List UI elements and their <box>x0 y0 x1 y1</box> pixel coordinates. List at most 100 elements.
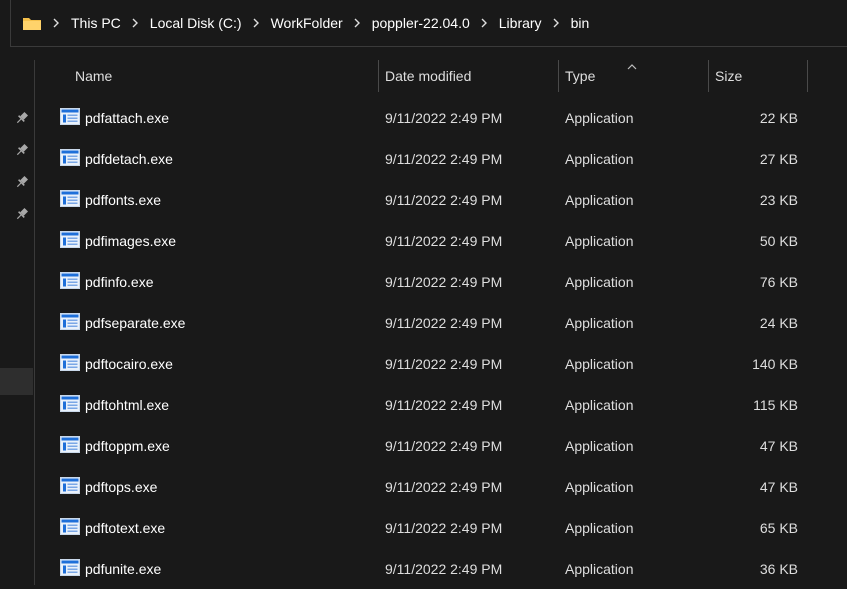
breadcrumb-workfolder[interactable]: WorkFolder <box>271 15 343 31</box>
file-row[interactable]: pdffonts.exe 9/11/2022 2:49 PM Applicati… <box>35 179 847 220</box>
file-size: 47 KB <box>759 437 798 454</box>
breadcrumb-bin[interactable]: bin <box>571 15 590 31</box>
file-type: Application <box>565 560 634 577</box>
file-date-modified: 9/11/2022 2:49 PM <box>385 437 503 454</box>
file-size: 50 KB <box>759 232 798 249</box>
file-name[interactable]: pdftops.exe <box>85 466 157 507</box>
file-type: Application <box>565 150 634 167</box>
file-date-modified: 9/11/2022 2:49 PM <box>385 355 503 372</box>
application-icon <box>60 518 80 535</box>
chevron-up-icon <box>627 57 637 73</box>
file-row[interactable]: pdfattach.exe 9/11/2022 2:49 PM Applicat… <box>35 97 847 138</box>
file-row[interactable]: pdftoppm.exe 9/11/2022 2:49 PM Applicati… <box>35 425 847 466</box>
file-row[interactable]: pdftohtml.exe 9/11/2022 2:49 PM Applicat… <box>35 384 847 425</box>
file-name[interactable]: pdfimages.exe <box>85 220 176 261</box>
file-date-modified: 9/11/2022 2:49 PM <box>385 191 503 208</box>
application-icon <box>60 559 80 576</box>
file-row[interactable]: pdfunite.exe 9/11/2022 2:49 PM Applicati… <box>35 548 847 589</box>
file-size: 115 KB <box>753 396 798 413</box>
pin-icon[interactable] <box>14 110 30 126</box>
chevron-right-icon[interactable] <box>131 18 139 28</box>
file-name[interactable]: pdfattach.exe <box>85 97 169 138</box>
file-date-modified: 9/11/2022 2:49 PM <box>385 396 503 413</box>
file-size: 47 KB <box>759 478 798 495</box>
file-type: Application <box>565 478 634 495</box>
pin-icon[interactable] <box>14 206 30 222</box>
file-date-modified: 9/11/2022 2:49 PM <box>385 109 503 126</box>
file-date-modified: 9/11/2022 2:49 PM <box>385 273 503 290</box>
column-header-date-label: Date modified <box>385 68 472 84</box>
file-type: Application <box>565 519 634 536</box>
file-name[interactable]: pdftocairo.exe <box>85 343 173 384</box>
file-name[interactable]: pdftoppm.exe <box>85 425 170 466</box>
breadcrumb-poppler[interactable]: poppler-22.04.0 <box>372 15 470 31</box>
address-bar[interactable]: This PC Local Disk (C:) WorkFolder poppl… <box>10 0 847 47</box>
column-header-size-label: Size <box>715 68 743 84</box>
file-name[interactable]: pdfunite.exe <box>85 548 161 589</box>
application-icon <box>60 313 80 330</box>
file-date-modified: 9/11/2022 2:49 PM <box>385 314 503 331</box>
nav-selection-highlight[interactable] <box>0 368 33 395</box>
file-type: Application <box>565 232 634 249</box>
file-row[interactable]: pdftops.exe 9/11/2022 2:49 PM Applicatio… <box>35 466 847 507</box>
file-type: Application <box>565 273 634 290</box>
breadcrumb-this-pc[interactable]: This PC <box>71 15 121 31</box>
column-header-size[interactable]: Size <box>709 60 808 92</box>
pin-icon[interactable] <box>14 174 30 190</box>
file-type: Application <box>565 355 634 372</box>
pin-icon[interactable] <box>14 142 30 158</box>
file-name[interactable]: pdfinfo.exe <box>85 261 154 302</box>
chevron-right-icon[interactable] <box>552 18 560 28</box>
file-type: Application <box>565 437 634 454</box>
application-icon <box>60 395 80 412</box>
chevron-right-icon[interactable] <box>52 18 60 28</box>
column-header-name-label: Name <box>75 68 113 84</box>
file-row[interactable]: pdfdetach.exe 9/11/2022 2:49 PM Applicat… <box>35 138 847 179</box>
application-icon <box>60 272 80 289</box>
chevron-right-icon[interactable] <box>252 18 260 28</box>
file-type: Application <box>565 396 634 413</box>
file-type: Application <box>565 314 634 331</box>
application-icon <box>60 108 80 125</box>
application-icon <box>60 231 80 248</box>
file-size: 27 KB <box>759 150 798 167</box>
column-header-name[interactable]: Name <box>35 60 379 92</box>
file-name[interactable]: pdftotext.exe <box>85 507 165 548</box>
file-size: 23 KB <box>759 191 798 208</box>
breadcrumb-local-disk[interactable]: Local Disk (C:) <box>150 15 242 31</box>
chevron-right-icon[interactable] <box>480 18 488 28</box>
file-name[interactable]: pdfseparate.exe <box>85 302 185 343</box>
application-icon <box>60 436 80 453</box>
file-size: 65 KB <box>759 519 798 536</box>
file-row[interactable]: pdfinfo.exe 9/11/2022 2:49 PM Applicatio… <box>35 261 847 302</box>
file-row[interactable]: pdfimages.exe 9/11/2022 2:49 PM Applicat… <box>35 220 847 261</box>
file-type: Application <box>565 191 634 208</box>
file-name[interactable]: pdffonts.exe <box>85 179 161 220</box>
file-date-modified: 9/11/2022 2:49 PM <box>385 519 503 536</box>
application-icon <box>60 149 80 166</box>
file-date-modified: 9/11/2022 2:49 PM <box>385 232 503 249</box>
application-icon <box>60 477 80 494</box>
file-name[interactable]: pdfdetach.exe <box>85 138 173 179</box>
file-row[interactable]: pdfseparate.exe 9/11/2022 2:49 PM Applic… <box>35 302 847 343</box>
application-icon <box>60 354 80 371</box>
file-list: pdfattach.exe 9/11/2022 2:49 PM Applicat… <box>35 97 847 589</box>
file-size: 140 KB <box>752 355 798 372</box>
file-row[interactable]: pdftotext.exe 9/11/2022 2:49 PM Applicat… <box>35 507 847 548</box>
column-header-row: Name Date modified Type Size <box>35 60 847 92</box>
folder-icon <box>22 15 42 31</box>
file-date-modified: 9/11/2022 2:49 PM <box>385 560 503 577</box>
column-header-date[interactable]: Date modified <box>379 60 559 92</box>
file-date-modified: 9/11/2022 2:49 PM <box>385 478 503 495</box>
file-name[interactable]: pdftohtml.exe <box>85 384 169 425</box>
application-icon <box>60 190 80 207</box>
column-header-type-label: Type <box>565 68 596 84</box>
file-type: Application <box>565 109 634 126</box>
file-size: 24 KB <box>759 314 798 331</box>
navigation-pane <box>0 47 34 585</box>
file-row[interactable]: pdftocairo.exe 9/11/2022 2:49 PM Applica… <box>35 343 847 384</box>
breadcrumb-library[interactable]: Library <box>499 15 542 31</box>
file-size: 36 KB <box>759 560 798 577</box>
file-date-modified: 9/11/2022 2:49 PM <box>385 150 503 167</box>
chevron-right-icon[interactable] <box>353 18 361 28</box>
